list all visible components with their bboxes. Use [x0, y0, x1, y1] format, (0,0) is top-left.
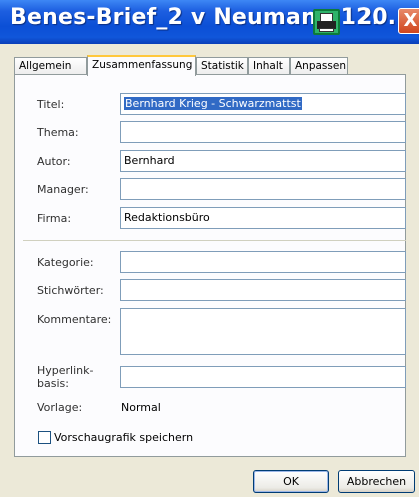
title-bar[interactable]: Benes-Brief_2 v Neumann 12. 20... X: [0, 0, 419, 44]
titel-value: Bernhard Krieg - Schwarzmattst: [124, 97, 302, 110]
kategorie-label: Kategorie:: [37, 256, 94, 269]
kommentare-field[interactable]: [120, 308, 406, 355]
tab-anpassen[interactable]: Anpassen: [290, 57, 348, 75]
hyperlinkbasis-field[interactable]: [120, 366, 406, 388]
thema-field[interactable]: [120, 121, 406, 143]
hyperlinkbasis-label-line1: Hyperlink-: [37, 364, 94, 377]
separator: [23, 240, 406, 241]
hyperlinkbasis-label-line2: basis:: [37, 377, 69, 390]
firma-field[interactable]: Redaktionsbüro: [120, 207, 406, 229]
tab-inhalt[interactable]: Inhalt: [248, 57, 290, 75]
ok-button[interactable]: OK: [253, 470, 329, 493]
tab-allgemein[interactable]: Allgemein: [14, 57, 87, 75]
autor-field[interactable]: Bernhard: [120, 150, 406, 172]
cancel-button[interactable]: Abbrechen: [338, 470, 415, 493]
printer-icon: [313, 9, 340, 35]
autor-label: Autor:: [37, 155, 71, 168]
stichwoerter-label: Stichwörter:: [37, 284, 104, 297]
stichwoerter-field[interactable]: [120, 279, 406, 301]
preview-checkbox-label[interactable]: Vorschaugrafik speichern: [54, 431, 193, 444]
tab-statistik[interactable]: Statistik: [196, 57, 248, 75]
firma-label: Firma:: [37, 212, 72, 225]
titel-field[interactable]: Bernhard Krieg - Schwarzmattst: [120, 93, 406, 115]
manager-field[interactable]: [120, 178, 406, 200]
preview-checkbox[interactable]: [38, 431, 51, 444]
kommentare-label: Kommentare:: [37, 313, 112, 326]
tab-zusammenfassung[interactable]: Zusammenfassung: [87, 55, 196, 76]
vorlage-label: Vorlage:: [37, 401, 83, 414]
manager-label: Manager:: [37, 183, 89, 196]
thema-label: Thema:: [37, 126, 79, 139]
properties-dialog: Benes-Brief_2 v Neumann 12. 20... X Allg…: [0, 0, 419, 497]
titel-label: Titel:: [37, 98, 65, 111]
close-button[interactable]: X: [398, 8, 419, 34]
kategorie-field[interactable]: [120, 251, 406, 273]
vorlage-value: Normal: [121, 401, 161, 414]
